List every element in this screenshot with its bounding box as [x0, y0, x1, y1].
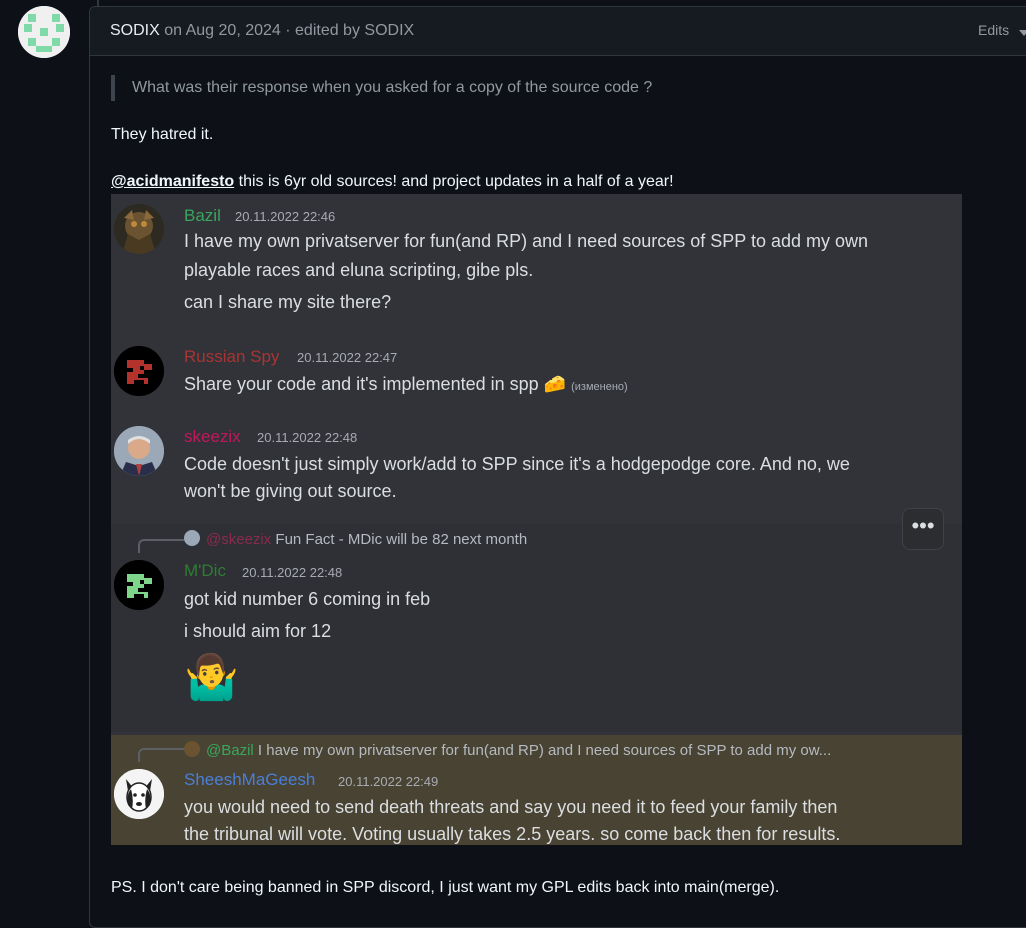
discord-message-line: got kid number 6 coming in feb	[184, 589, 431, 609]
discord-username[interactable]: Russian Spy	[184, 347, 279, 367]
discord-message-text: Share your code and it's implemented in …	[184, 374, 539, 394]
discord-message: @Bazil I have my own privatserver for fu…	[111, 735, 962, 845]
comment-header: SODIX on Aug 20, 2024 · edited by SODIX …	[90, 7, 1026, 56]
discord-screenshot[interactable]: Bazil 20.11.2022 22:46 I have my own pri…	[111, 194, 962, 845]
author-link[interactable]: SODIX	[110, 22, 160, 39]
paragraph-2-text: this is 6yr old sources! and project upd…	[234, 173, 674, 190]
discord-username[interactable]: Bazil	[184, 206, 221, 226]
avatar	[184, 530, 200, 546]
discord-timestamp: 20.11.2022 22:49	[338, 774, 439, 789]
edits-dropdown[interactable]: Edits	[978, 22, 1026, 39]
reply-connector	[138, 748, 185, 762]
discord-message-line: the tribunal will vote. Voting usually t…	[184, 824, 841, 844]
comment-date[interactable]: on Aug 20, 2024 · edited by SODIX	[160, 22, 414, 39]
discord-message-line: won't be giving out source.	[184, 481, 397, 501]
avatar	[114, 426, 164, 476]
discord-username[interactable]: M'Dic	[184, 561, 226, 581]
reply-preview[interactable]: @skeezix Fun Fact - MDic will be 82 next…	[184, 530, 527, 548]
discord-message-line: Share your code and it's implemented in …	[184, 374, 628, 395]
comment-box: SODIX on Aug 20, 2024 · edited by SODIX …	[89, 6, 1026, 928]
discord-message-line: Code doesn't just simply work/add to SPP…	[184, 454, 850, 474]
shrug-emoji: 🤷‍♂️	[184, 653, 239, 702]
discord-timestamp: 20.11.2022 22:48	[242, 565, 343, 580]
comment-paragraph-2: @acidmanifesto this is 6yr old sources! …	[111, 173, 674, 191]
edited-tag: (изменено)	[571, 381, 628, 393]
discord-username[interactable]: skeezix	[184, 427, 241, 447]
avatar	[184, 741, 200, 757]
avatar	[114, 560, 164, 610]
discord-message: Russian Spy 20.11.2022 22:47 Share your …	[111, 334, 962, 414]
avatar	[114, 769, 164, 819]
comment-paragraph-3: PS. I don't care being banned in SPP dis…	[111, 879, 780, 896]
discord-message: skeezix 20.11.2022 22:48 Code doesn't ju…	[111, 414, 962, 524]
reply-username[interactable]: @Bazil	[206, 742, 254, 759]
ellipsis-icon: •••	[911, 513, 935, 538]
edits-label: Edits	[978, 22, 1010, 38]
more-options-button[interactable]: •••	[902, 508, 944, 550]
cheese-emoji: 🧀	[543, 374, 567, 394]
user-mention-link[interactable]: @acidmanifesto	[111, 173, 234, 190]
blockquote: What was their response when you asked f…	[111, 75, 652, 101]
reply-text: I have my own privatserver for fun(and R…	[253, 742, 832, 759]
avatar	[114, 346, 164, 396]
comment-paragraph-1: They hatred it.	[111, 126, 214, 143]
reply-username[interactable]: @skeezix	[206, 531, 271, 548]
discord-message-line: i should aim for 12	[184, 621, 332, 641]
discord-timestamp: 20.11.2022 22:46	[235, 209, 336, 224]
discord-message: Bazil 20.11.2022 22:46 I have my own pri…	[111, 194, 962, 334]
reply-text: Fun Fact - MDic will be 82 next month	[271, 531, 528, 548]
avatar[interactable]	[18, 6, 70, 58]
discord-message-line: playable races and eluna scripting, gibe…	[184, 260, 534, 280]
discord-username[interactable]: SheeshMaGeesh	[184, 770, 315, 790]
discord-message-line: can I share my site there?	[184, 292, 392, 312]
discord-timestamp: 20.11.2022 22:47	[297, 350, 398, 365]
discord-message-line: you would need to send death threats and…	[184, 797, 838, 817]
avatar	[114, 204, 164, 254]
chevron-down-icon	[1019, 23, 1026, 39]
reply-preview[interactable]: @Bazil I have my own privatserver for fu…	[184, 741, 831, 759]
reply-connector	[138, 539, 185, 553]
discord-message: @skeezix Fun Fact - MDic will be 82 next…	[111, 524, 962, 732]
discord-message-line: I have my own privatserver for fun(and R…	[184, 231, 869, 251]
comment-author-line: SODIX on Aug 20, 2024 · edited by SODIX	[110, 22, 414, 40]
discord-timestamp: 20.11.2022 22:48	[257, 430, 358, 445]
